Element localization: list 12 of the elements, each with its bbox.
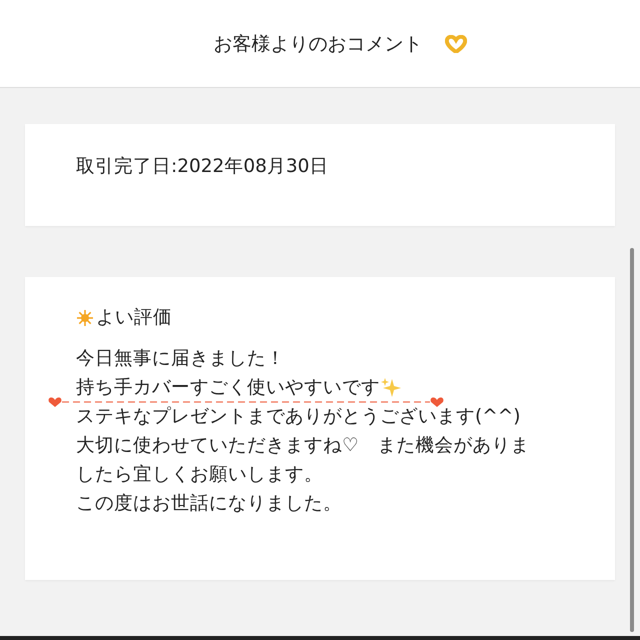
comment-line: 大切に使わせていただきますね♡ また機会がありま <box>76 434 531 458</box>
sun-icon <box>76 308 94 326</box>
comment-line: ステキなプレゼントまでありがとうございます(^^) <box>76 405 522 429</box>
comment-line: この度はお世話になりました。 <box>76 492 343 516</box>
page-title: お客様よりのおコメント <box>214 32 422 56</box>
comment-line: 持ち手カバーすごく使いやすいです <box>76 376 380 400</box>
comment-line: したら宜しくお願いします。 <box>76 463 324 487</box>
sparkles-icon <box>380 376 402 398</box>
comment-line: 今日無事に届きました！ <box>76 347 286 371</box>
completion-date: 取引完了日:2022年08月30日 <box>76 155 330 179</box>
rating-label: よい評価 <box>96 306 172 330</box>
scrollbar[interactable] <box>630 248 634 632</box>
